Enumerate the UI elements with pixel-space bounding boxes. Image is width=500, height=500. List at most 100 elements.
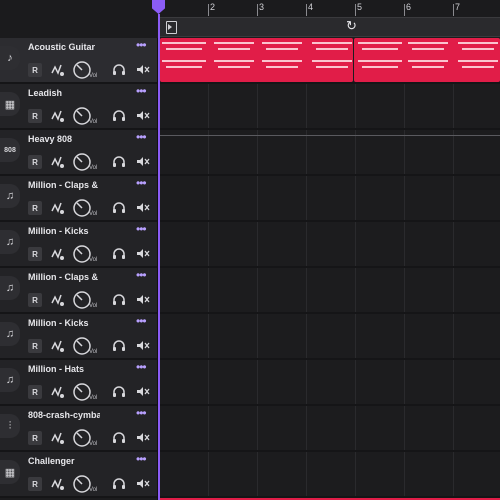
headphones-icon[interactable] bbox=[112, 293, 126, 306]
track-header[interactable]: ♫ Million - Kicks ••• R Vol bbox=[0, 314, 157, 360]
mute-icon[interactable] bbox=[136, 109, 150, 122]
mute-icon[interactable] bbox=[136, 247, 150, 260]
track-name[interactable]: Challenger bbox=[28, 456, 100, 466]
automation-icon[interactable] bbox=[51, 154, 65, 170]
track-menu-icon[interactable]: ••• bbox=[136, 314, 147, 328]
track-name[interactable]: Leadish bbox=[28, 88, 100, 98]
keyboard-icon[interactable]: ▦ bbox=[0, 92, 20, 116]
track-header[interactable]: 808 Heavy 808 ••• R Vol bbox=[0, 130, 157, 176]
track-menu-icon[interactable]: ••• bbox=[136, 452, 147, 466]
headphones-icon[interactable] bbox=[112, 385, 126, 398]
mute-icon[interactable] bbox=[136, 63, 150, 76]
record-arm-button[interactable]: R bbox=[28, 431, 42, 445]
track-name[interactable]: Million - Claps & ... bbox=[28, 272, 100, 282]
clip-waveform-line bbox=[218, 66, 250, 68]
track-menu-icon[interactable]: ••• bbox=[136, 222, 147, 236]
record-arm-button[interactable]: R bbox=[28, 109, 42, 123]
track-menu-icon[interactable]: ••• bbox=[136, 130, 147, 144]
track-header[interactable]: ⫶ 808-crash-cymbal ••• R Vol bbox=[0, 406, 157, 452]
track-lane[interactable] bbox=[160, 360, 500, 406]
waveform-icon[interactable]: ⫶ bbox=[0, 414, 20, 438]
clip-waveform-line bbox=[362, 66, 398, 68]
record-arm-button[interactable]: R bbox=[28, 63, 42, 77]
record-arm-button[interactable]: R bbox=[28, 293, 42, 307]
track-header[interactable]: ♫ Million - Claps & ... ••• R Vol bbox=[0, 268, 157, 314]
mute-icon[interactable] bbox=[136, 155, 150, 168]
record-arm-button[interactable]: R bbox=[28, 247, 42, 261]
track-header[interactable]: ♫ Million - Hats ••• R Vol bbox=[0, 360, 157, 406]
track-header[interactable]: ♫ Million - Claps & ... ••• R Vol bbox=[0, 176, 157, 222]
guitar-icon[interactable]: ♪ bbox=[0, 46, 20, 70]
track-header[interactable]: ♪ Acoustic Guitar ••• R Vol bbox=[0, 38, 157, 84]
headphones-icon[interactable] bbox=[112, 339, 126, 352]
loop-icon[interactable]: ↻ bbox=[346, 19, 357, 33]
track-name[interactable]: Million - Kicks bbox=[28, 318, 100, 328]
timeline-separator bbox=[160, 135, 500, 136]
automation-icon[interactable] bbox=[51, 384, 65, 400]
mute-icon[interactable] bbox=[136, 293, 150, 306]
drum-icon[interactable]: ♫ bbox=[0, 368, 20, 392]
headphones-icon[interactable] bbox=[112, 155, 126, 168]
bar-tick bbox=[257, 4, 258, 16]
automation-icon[interactable] bbox=[51, 476, 65, 492]
track-lane[interactable] bbox=[160, 84, 500, 130]
volume-label: Vol bbox=[89, 487, 98, 493]
record-arm-button[interactable]: R bbox=[28, 201, 42, 215]
track-name[interactable]: Acoustic Guitar bbox=[28, 42, 100, 52]
mute-icon[interactable] bbox=[136, 431, 150, 444]
loop-region-strip[interactable] bbox=[159, 18, 500, 37]
daw-workspace: 2 3 4 5 6 7 ↻ ♪ Acoustic Guitar ••• R Vo… bbox=[0, 0, 500, 500]
mute-icon[interactable] bbox=[136, 477, 150, 490]
automation-icon[interactable] bbox=[51, 338, 65, 354]
track-lane[interactable] bbox=[160, 176, 500, 222]
headphones-icon[interactable] bbox=[112, 477, 126, 490]
track-menu-icon[interactable]: ••• bbox=[136, 406, 147, 420]
record-arm-button[interactable]: R bbox=[28, 385, 42, 399]
automation-icon[interactable] bbox=[51, 200, 65, 216]
keyboard-icon[interactable]: ▦ bbox=[0, 460, 20, 484]
drum-icon[interactable]: ♫ bbox=[0, 322, 20, 346]
automation-icon[interactable] bbox=[51, 62, 65, 78]
track-name[interactable]: Million - Kicks bbox=[28, 226, 100, 236]
record-arm-button[interactable]: R bbox=[28, 155, 42, 169]
track-header[interactable]: ♫ Million - Kicks ••• R Vol bbox=[0, 222, 157, 268]
mute-icon[interactable] bbox=[136, 385, 150, 398]
bar-tick bbox=[208, 4, 209, 16]
automation-icon[interactable] bbox=[51, 108, 65, 124]
track-lane[interactable] bbox=[160, 130, 500, 176]
automation-icon[interactable] bbox=[51, 246, 65, 262]
record-arm-button[interactable]: R bbox=[28, 477, 42, 491]
headphones-icon[interactable] bbox=[112, 247, 126, 260]
headphones-icon[interactable] bbox=[112, 201, 126, 214]
track-lane[interactable] bbox=[160, 268, 500, 314]
loop-start-marker-icon[interactable] bbox=[166, 21, 177, 34]
track-name[interactable]: Million - Claps & ... bbox=[28, 180, 100, 190]
track-menu-icon[interactable]: ••• bbox=[136, 84, 147, 98]
track-header[interactable]: ▦ Challenger ••• R Vol bbox=[0, 452, 157, 498]
track-name[interactable]: Million - Hats bbox=[28, 364, 100, 374]
drum-icon[interactable]: ♫ bbox=[0, 230, 20, 254]
headphones-icon[interactable] bbox=[112, 109, 126, 122]
track-name[interactable]: 808-crash-cymbal bbox=[28, 410, 100, 420]
track-menu-icon[interactable]: ••• bbox=[136, 360, 147, 374]
mute-icon[interactable] bbox=[136, 201, 150, 214]
808-icon[interactable]: 808 bbox=[0, 138, 20, 162]
headphones-icon[interactable] bbox=[112, 63, 126, 76]
drum-icon[interactable]: ♫ bbox=[0, 184, 20, 208]
track-lane[interactable] bbox=[160, 406, 500, 452]
automation-icon[interactable] bbox=[51, 430, 65, 446]
track-lane[interactable] bbox=[160, 314, 500, 360]
record-arm-button[interactable]: R bbox=[28, 339, 42, 353]
mute-icon[interactable] bbox=[136, 339, 150, 352]
track-menu-icon[interactable]: ••• bbox=[136, 176, 147, 190]
track-lane[interactable] bbox=[160, 222, 500, 268]
volume-label: Vol bbox=[89, 165, 98, 171]
track-menu-icon[interactable]: ••• bbox=[136, 38, 147, 52]
track-lane[interactable] bbox=[160, 452, 500, 498]
automation-icon[interactable] bbox=[51, 292, 65, 308]
track-header[interactable]: ▦ Leadish ••• R Vol bbox=[0, 84, 157, 130]
track-name[interactable]: Heavy 808 bbox=[28, 134, 100, 144]
headphones-icon[interactable] bbox=[112, 431, 126, 444]
track-menu-icon[interactable]: ••• bbox=[136, 268, 147, 282]
drum-icon[interactable]: ♫ bbox=[0, 276, 20, 300]
